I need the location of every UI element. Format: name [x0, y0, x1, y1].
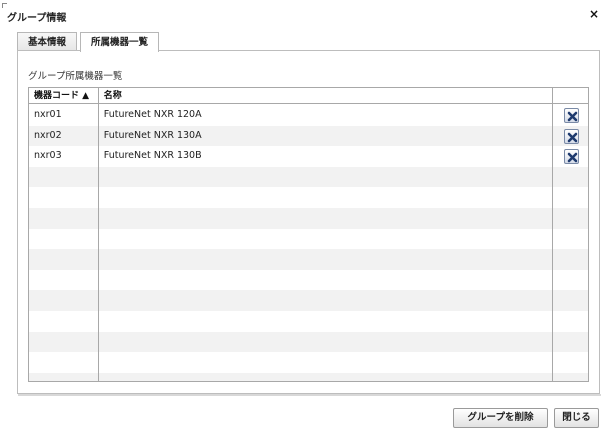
cell-name [99, 167, 551, 188]
column-divider [98, 88, 99, 381]
table-row[interactable] [29, 249, 588, 270]
cell-code [29, 352, 99, 373]
cell-name: FutureNet NXR 130A [103, 129, 202, 141]
table-row[interactable] [29, 187, 588, 208]
tab-bar: 基本情報 所属機器一覧 [17, 32, 162, 52]
cell-action [551, 332, 588, 353]
tab-panel: グループ所属機器一覧 機器コード ▲ 名称 nxr01 FutureNet NXR… [17, 50, 600, 394]
cell-code [29, 270, 99, 291]
table-row[interactable] [29, 207, 588, 229]
cell-code: nxr02 [34, 129, 62, 141]
cell-action [551, 270, 588, 291]
table-row[interactable] [29, 311, 588, 332]
cell-name [99, 311, 551, 332]
table-row[interactable] [29, 270, 588, 291]
cell-code [29, 187, 99, 208]
cell-name [99, 352, 551, 373]
cell-code: nxr01 [34, 109, 62, 120]
table-row[interactable]: nxr02 FutureNet NXR 130A [29, 125, 588, 147]
cell-name [99, 249, 551, 270]
cell-name [99, 290, 551, 311]
table-row[interactable] [29, 229, 588, 250]
cell-action [551, 290, 588, 311]
table-row[interactable] [29, 372, 588, 381]
cell-action [551, 311, 588, 332]
tab-basic-info[interactable]: 基本情報 [17, 32, 78, 51]
x-delete-icon[interactable] [564, 108, 580, 123]
column-divider [552, 88, 553, 381]
x-delete-icon[interactable] [564, 128, 580, 144]
cell-name: FutureNet NXR 130B [103, 150, 202, 162]
table-row[interactable] [29, 331, 588, 353]
cell-name [99, 208, 551, 229]
cell-code [29, 311, 99, 332]
cell-code [29, 290, 99, 311]
device-table: 機器コード ▲ 名称 nxr01 FutureNet NXR 120A nxr02 F… [28, 87, 589, 382]
cell-action [551, 105, 588, 126]
cell-name [99, 229, 551, 250]
cell-code [29, 373, 99, 381]
close-icon[interactable]: × [588, 8, 600, 20]
dialog-title: グループ情報 [7, 13, 67, 24]
cell-code [29, 208, 99, 229]
panel-shadow [18, 394, 601, 396]
cell-code [29, 167, 99, 188]
cell-name [99, 373, 551, 381]
cell-action [551, 229, 588, 250]
delete-group-button[interactable]: グループを削除 [453, 408, 548, 428]
table-header: 機器コード ▲ 名称 [29, 88, 588, 104]
cell-name [99, 270, 551, 291]
cell-code [29, 229, 99, 250]
cell-name [99, 187, 551, 208]
cell-action [551, 249, 588, 270]
table-row[interactable] [29, 352, 588, 373]
table-row[interactable]: nxr01 FutureNet NXR 120A [29, 105, 588, 126]
cell-action [551, 167, 588, 188]
column-header-code[interactable]: 機器コード ▲ [29, 88, 99, 104]
cell-code [29, 332, 99, 353]
cell-action [551, 373, 588, 381]
cell-action [551, 352, 588, 373]
column-header-name[interactable]: 名称 [99, 88, 551, 104]
cell-action [551, 187, 588, 208]
dialog-corner [2, 3, 7, 8]
x-delete-icon[interactable] [564, 149, 580, 165]
table-body: nxr01 FutureNet NXR 120A nxr02 FutureNet NX… [29, 105, 588, 381]
cell-action [551, 146, 588, 167]
column-header-action [551, 88, 588, 104]
cell-code: nxr03 [34, 150, 62, 162]
table-row[interactable] [29, 290, 588, 311]
section-label: グループ所属機器一覧 [28, 71, 123, 82]
table-row[interactable]: nxr03 FutureNet NXR 130B [29, 146, 588, 167]
cell-code [29, 249, 99, 270]
tab-device-list[interactable]: 所属機器一覧 [80, 32, 160, 52]
cell-action [551, 126, 588, 147]
close-button[interactable]: 閉じる [554, 408, 599, 428]
cell-name [99, 332, 551, 353]
cell-name: FutureNet NXR 120A [103, 109, 202, 120]
cell-action [551, 208, 588, 229]
table-row[interactable] [29, 166, 588, 188]
